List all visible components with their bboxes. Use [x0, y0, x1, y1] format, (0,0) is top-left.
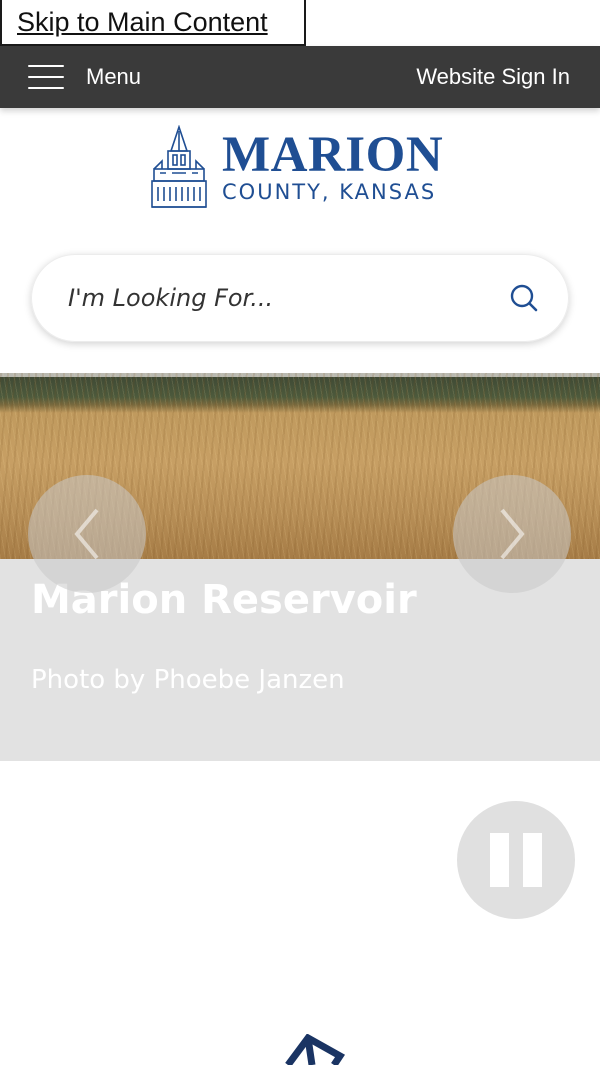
- logo-subtitle: COUNTY, KANSAS: [222, 180, 437, 204]
- search-icon[interactable]: [509, 283, 539, 313]
- previous-slide-button[interactable]: [28, 475, 146, 593]
- county-logo[interactable]: MARION COUNTY, KANSAS: [150, 124, 455, 212]
- site-search-bar: [31, 254, 569, 342]
- menu-button[interactable]: Menu: [28, 64, 141, 90]
- search-input[interactable]: [68, 284, 509, 312]
- pause-slideshow-button[interactable]: [457, 801, 575, 919]
- chevron-left-icon: [74, 508, 99, 560]
- courthouse-icon: [151, 125, 207, 208]
- hero-slideshow: Marion Reservoir Photo by Phoebe Janzen: [0, 373, 600, 761]
- next-slide-button[interactable]: [453, 475, 571, 593]
- chevron-right-icon: [500, 508, 525, 560]
- hamburger-icon: [28, 65, 64, 89]
- website-sign-in-link[interactable]: Website Sign In: [416, 64, 570, 90]
- logo-title: MARION: [222, 127, 444, 183]
- pause-icon: [490, 833, 509, 887]
- partial-logo-icon: [285, 1034, 346, 1065]
- photo-credit: Photo by Phoebe Janzen: [31, 665, 345, 695]
- top-navigation-bar: Menu Website Sign In: [0, 46, 600, 108]
- pause-icon-bar: [523, 833, 542, 887]
- menu-label: Menu: [86, 64, 142, 89]
- skip-to-main-content-link[interactable]: Skip to Main Content: [0, 0, 306, 46]
